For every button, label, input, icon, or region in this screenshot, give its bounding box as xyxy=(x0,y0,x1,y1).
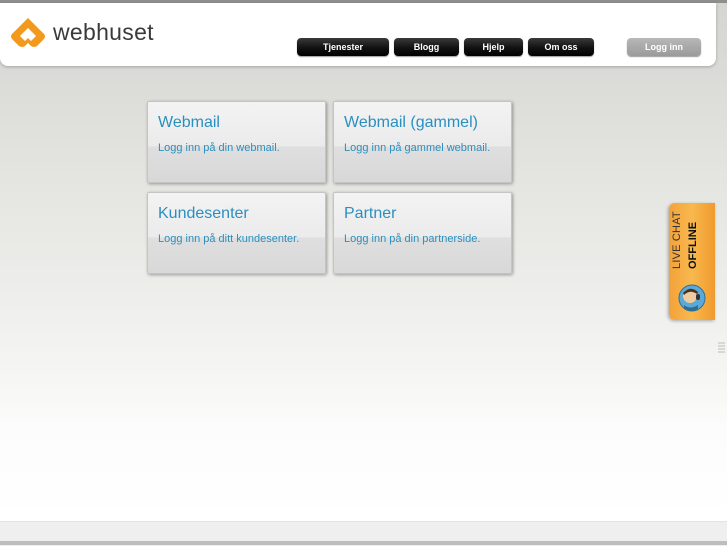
nav-blogg-button[interactable]: Blogg xyxy=(394,38,459,56)
nav-tjenester-button[interactable]: Tjenester xyxy=(297,38,389,56)
card-description[interactable]: Logg inn på gammel webmail. xyxy=(344,142,490,154)
card-description[interactable]: Logg inn på ditt kundesenter. xyxy=(158,233,299,245)
live-chat-label: LIVE CHAT xyxy=(671,211,683,269)
card-partner[interactable]: Partner Logg inn på din partnerside. xyxy=(333,192,512,274)
nav-hjelp-button[interactable]: Hjelp xyxy=(464,38,523,56)
webhuset-logo-icon xyxy=(11,18,45,47)
site-header: webhuset Tjenester Blogg Hjelp Om oss Lo… xyxy=(0,3,716,66)
card-title[interactable]: Webmail xyxy=(158,114,220,132)
card-title[interactable]: Kundesenter xyxy=(158,205,249,223)
card-kundesenter[interactable]: Kundesenter Logg inn på ditt kundesenter… xyxy=(147,192,326,274)
chat-agent-icon xyxy=(678,284,706,312)
scrollbar-grip[interactable] xyxy=(718,340,725,354)
login-button[interactable]: Logg inn xyxy=(627,38,701,56)
card-title[interactable]: Webmail (gammel) xyxy=(344,114,478,132)
live-chat-status: OFFLINE xyxy=(687,221,699,269)
logo[interactable]: webhuset xyxy=(9,15,154,49)
window-bottom-rule xyxy=(0,541,727,545)
logo-wordmark: webhuset xyxy=(53,18,154,45)
card-webmail-gammel[interactable]: Webmail (gammel) Logg inn på gammel webm… xyxy=(333,101,512,183)
card-description[interactable]: Logg inn på din webmail. xyxy=(158,142,280,154)
live-chat-tab[interactable]: LIVE CHAT OFFLINE xyxy=(669,203,715,320)
card-title[interactable]: Partner xyxy=(344,205,396,223)
nav-om-oss-button[interactable]: Om oss xyxy=(528,38,594,56)
card-webmail[interactable]: Webmail Logg inn på din webmail. xyxy=(147,101,326,183)
card-description[interactable]: Logg inn på din partnerside. xyxy=(344,233,480,245)
